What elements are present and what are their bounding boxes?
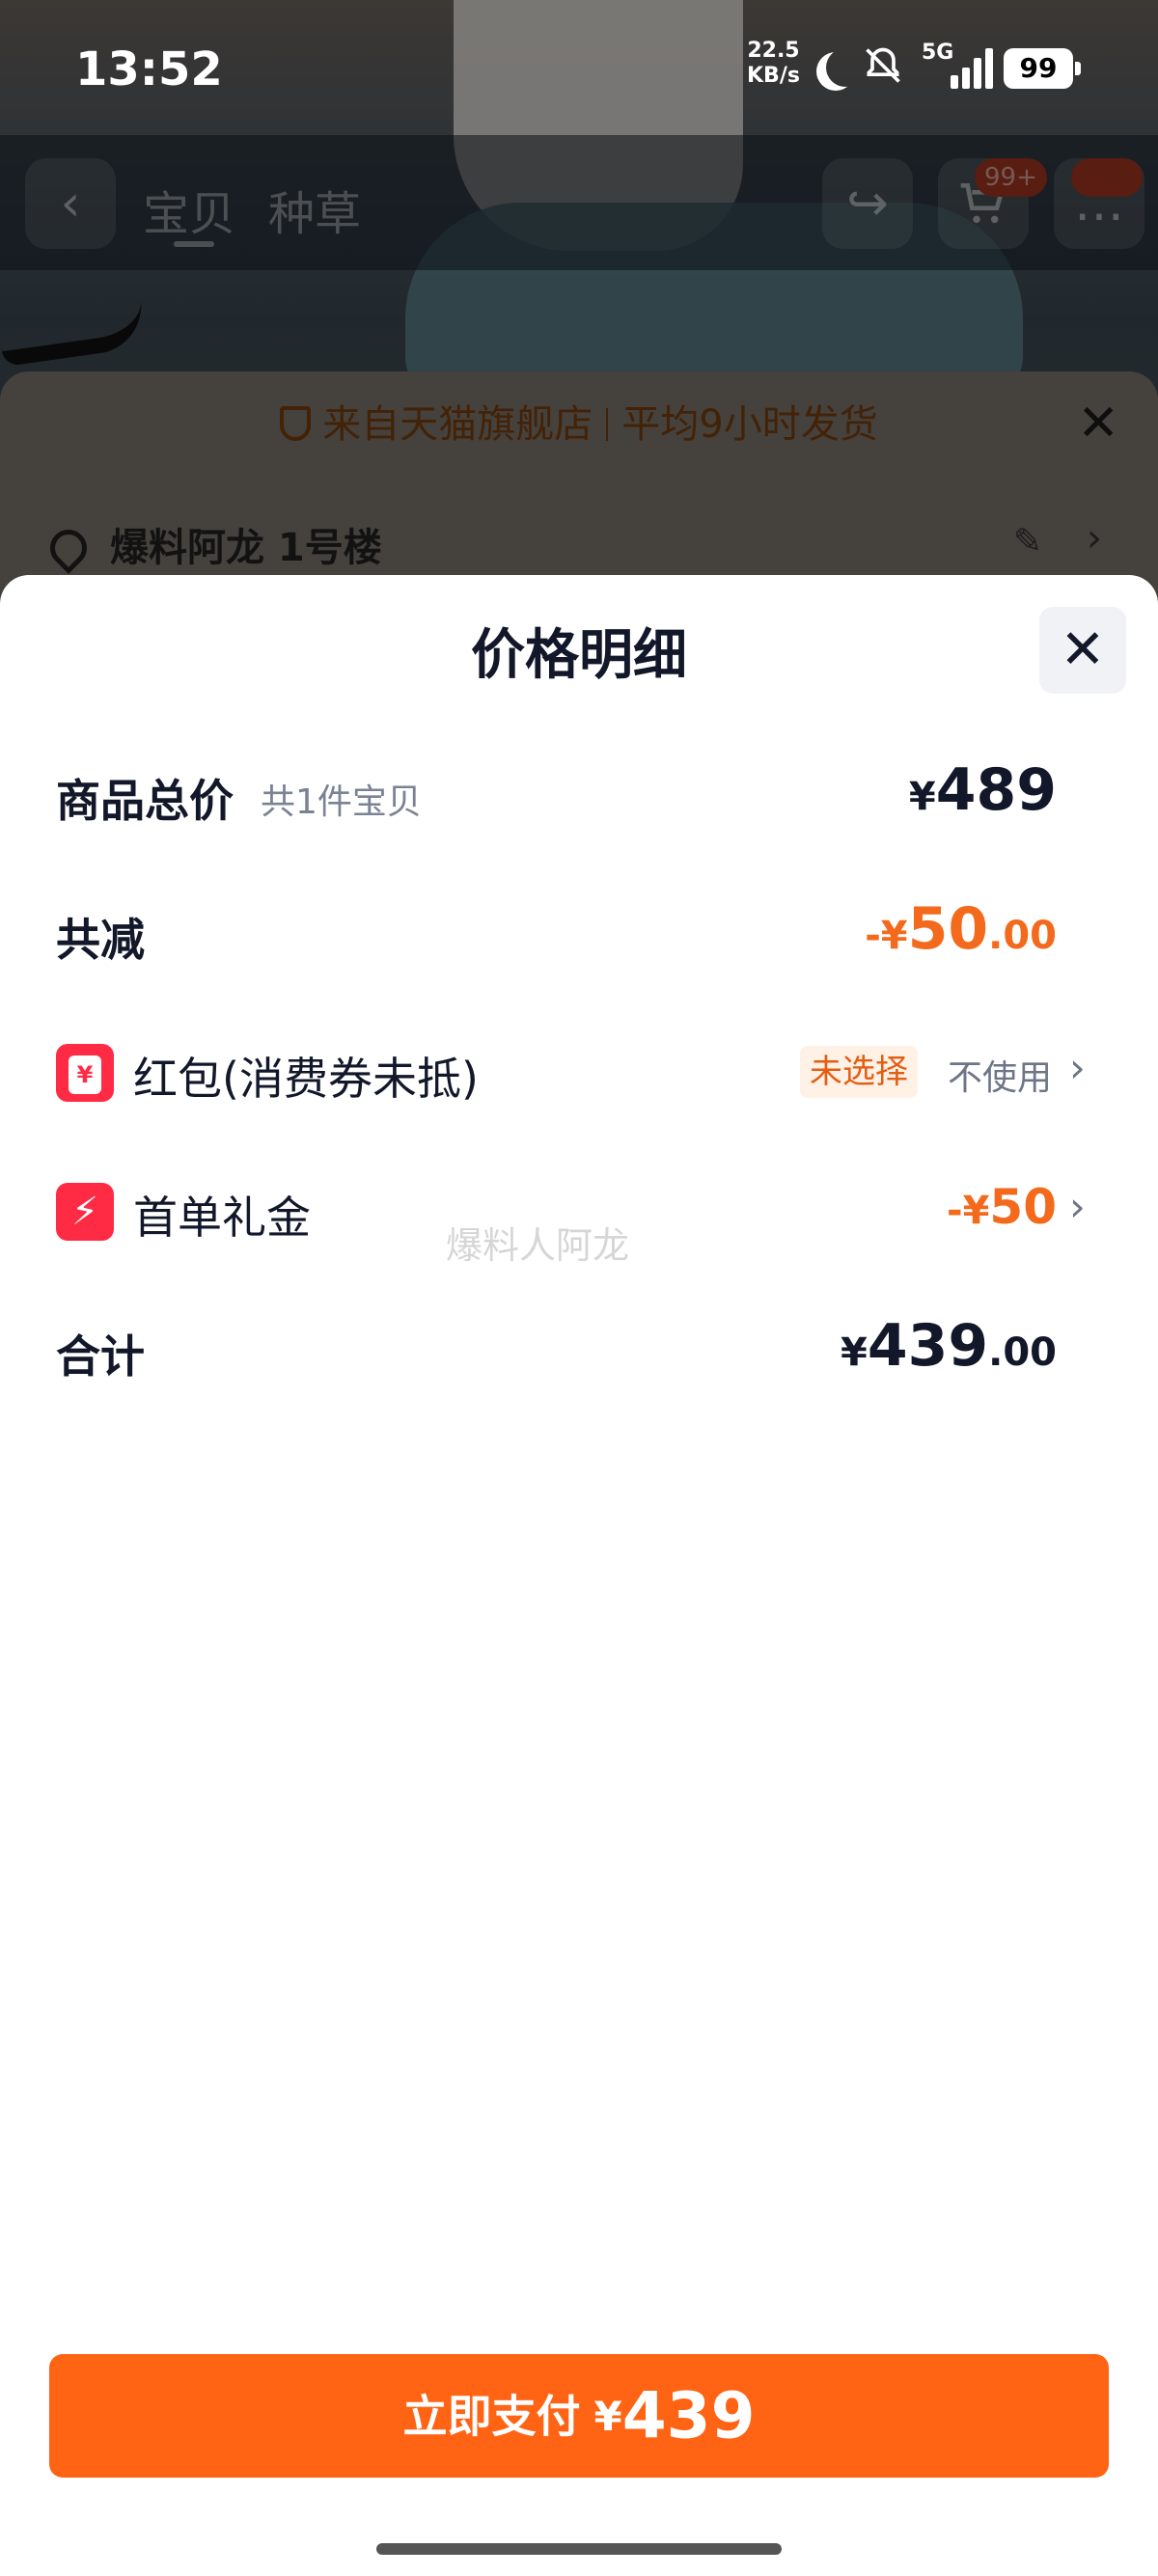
discount-label: 共减 [56,914,145,966]
network-speed-value: 22.5 [747,39,800,63]
first-order-gift-amount: -¥50 [947,1179,1057,1235]
status-time: 13:52 [75,42,223,96]
pay-now-label: 立即支付 [402,2390,581,2443]
not-use-text: 不使用 [948,1058,1053,1098]
price-detail-sheet: 价格明细 ✕ 商品总价 共1件宝贝 ¥489 共减 -¥50.00 ¥ 红包(消… [0,575,1158,2576]
sum-label: 合计 [56,1330,145,1383]
pay-now-button[interactable]: 立即支付 ¥439 [49,2354,1109,2478]
pay-currency: ¥ [593,2392,622,2440]
close-button[interactable]: ✕ [1039,607,1126,694]
pay-amount: 439 [621,2378,756,2453]
total-price-label: 商品总价 [56,775,234,827]
currency-symbol: ¥ [908,775,936,819]
network-speed: 22.5 KB/s [747,39,800,89]
gift-value: 50 [989,1179,1057,1235]
total-price-amount: ¥489 [909,756,1057,824]
item-count: 共1件宝贝 [261,782,422,822]
status-bar: 13:52 22.5 KB/s 5G 99 [0,0,1158,135]
red-packet-row[interactable]: ¥ 红包(消费券未抵) 未选择 不使用 › [0,1023,1158,1119]
discount-decimals: .00 [988,914,1057,958]
first-order-gift-label: 首单礼金 [133,1192,311,1244]
sum-amount: ¥439.00 [841,1312,1057,1380]
chevron-right-icon: › [1069,1183,1086,1230]
app-screen: 13:52 22.5 KB/s 5G 99 ‹ 宝贝 种草 ↪ 99+ … 来自… [0,0,1158,2576]
lightning-icon: ⚡ [56,1183,114,1241]
moon-icon [826,48,865,87]
watermark-text: 爆料人阿龙 [446,1224,630,1267]
discount-prefix: -¥ [865,914,908,958]
currency-symbol: ¥ [841,1330,868,1375]
bell-muted-icon [862,44,904,96]
discount-value: 50 [907,895,989,963]
sum-decimals: .00 [988,1330,1057,1375]
discount-row: 共减 -¥50.00 [0,884,1158,980]
discount-amount: -¥50.00 [865,895,1057,963]
close-icon: ✕ [1060,618,1106,681]
total-price-value: 489 [935,756,1057,824]
home-indicator[interactable] [376,2543,782,2555]
battery-icon: 99 [1004,48,1081,89]
signal-icon [941,46,993,89]
unselected-tag: 未选择 [800,1046,918,1098]
red-packet-label: 红包(消费券未抵) [133,1053,479,1105]
red-packet-icon: ¥ [56,1044,114,1102]
sheet-title: 价格明细 [471,624,687,687]
total-price-row: 商品总价 共1件宝贝 ¥489 [0,745,1158,841]
sum-value: 439 [867,1312,989,1380]
chevron-right-icon: › [1069,1044,1086,1091]
sum-row: 合计 ¥439.00 [0,1301,1158,1397]
gift-prefix: -¥ [946,1189,990,1233]
network-speed-unit: KB/s [747,64,800,88]
